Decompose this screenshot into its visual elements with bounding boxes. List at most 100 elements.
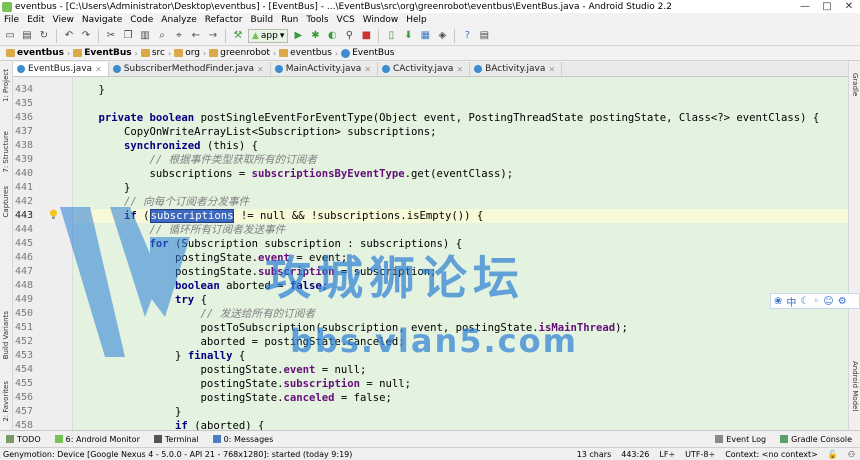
breadcrumb-item[interactable]: EventBus [70, 48, 134, 58]
breadcrumb-item[interactable]: eventbus [276, 48, 335, 58]
close-button[interactable]: ✕ [838, 1, 860, 12]
genymotion-icon[interactable]: ▤ [477, 29, 491, 43]
make-project-icon[interactable]: ⚒ [231, 29, 245, 43]
close-icon[interactable]: ✕ [456, 65, 463, 74]
android-model-tool-button[interactable]: Android Model [851, 361, 859, 411]
maximize-button[interactable]: □ [816, 1, 838, 12]
menu-code[interactable]: Code [126, 15, 157, 25]
code-area[interactable]: } private boolean postSingleEventForEven… [73, 77, 848, 430]
code-text: (this) { [206, 140, 258, 152]
gradle-tool-button[interactable]: Gradle [851, 73, 859, 96]
structure-tool-button[interactable]: 7: Structure [2, 131, 10, 173]
stop-icon[interactable]: ■ [359, 29, 373, 43]
menu-refactor[interactable]: Refactor [201, 15, 247, 25]
selection-count: 13 chars [576, 449, 612, 459]
sdk-manager-icon[interactable]: ⬇ [401, 29, 415, 43]
punctuation-icon[interactable]: ◦ [813, 296, 819, 307]
run-config-select[interactable]: ▲ app ▾ [248, 28, 289, 43]
code-text: postingState. [73, 266, 258, 278]
back-icon[interactable]: ← [189, 29, 203, 43]
run-icon[interactable]: ▶ [291, 29, 305, 43]
code-editor[interactable]: 434 435 436 437 438 439 440 441 442 443 … [13, 77, 848, 430]
menu-window[interactable]: Window [359, 15, 403, 25]
tab-eventbus[interactable]: EventBus.java ✕ [13, 62, 109, 76]
tab-b-activity[interactable]: BActivity.java ✕ [470, 62, 563, 76]
attach-debugger-icon[interactable]: ⚲ [342, 29, 356, 43]
code-keyword: try [73, 294, 201, 306]
menu-build[interactable]: Build [247, 15, 278, 25]
moon-icon[interactable]: ☾ [800, 296, 809, 307]
inspector-icon[interactable]: ⚇ [843, 450, 860, 459]
menu-vcs[interactable]: VCS [333, 15, 359, 25]
emoji-icon[interactable]: ☺ [823, 296, 833, 307]
ime-language[interactable]: 中 [786, 294, 796, 309]
lock-icon[interactable]: 🔓 [823, 450, 843, 459]
close-icon[interactable]: ✕ [95, 65, 102, 74]
project-structure-icon[interactable]: ▦ [418, 29, 432, 43]
project-tool-button[interactable]: 1: Project [2, 69, 10, 102]
menu-tools[interactable]: Tools [302, 15, 332, 25]
android-icon: ▲ [252, 30, 259, 41]
cut-icon[interactable]: ✂ [104, 29, 118, 43]
forward-icon[interactable]: → [206, 29, 220, 43]
line-number: 454 [15, 364, 34, 375]
save-all-icon[interactable]: ▤ [20, 29, 34, 43]
copy-icon[interactable]: ❐ [121, 29, 135, 43]
menu-help[interactable]: Help [402, 15, 431, 25]
ime-toolbar[interactable]: ❀ 中 ☾ ◦ ☺ ⚙ [770, 293, 860, 309]
tab-main-activity[interactable]: MainActivity.java ✕ [271, 62, 379, 76]
todo-tool-button[interactable]: TODO [0, 435, 49, 444]
breadcrumb-item[interactable]: EventBus [338, 48, 397, 58]
code-text: = subscription; [334, 266, 437, 278]
paw-icon[interactable]: ❀ [774, 296, 782, 307]
avd-manager-icon[interactable]: ▯ [384, 29, 398, 43]
coverage-icon[interactable]: ◐ [325, 29, 339, 43]
tab-subscriber-method-finder[interactable]: SubscriberMethodFinder.java ✕ [109, 62, 271, 76]
breadcrumb-item[interactable]: greenrobot [206, 48, 273, 58]
file-encoding[interactable]: UTF-8÷ [680, 450, 720, 459]
redo-icon[interactable]: ↷ [79, 29, 93, 43]
menu-view[interactable]: View [49, 15, 78, 25]
close-icon[interactable]: ✕ [257, 65, 264, 74]
menu-navigate[interactable]: Navigate [78, 15, 126, 25]
lightbulb-icon[interactable] [49, 209, 58, 220]
minimize-button[interactable]: — [794, 1, 816, 12]
undo-icon[interactable]: ↶ [62, 29, 76, 43]
debug-icon[interactable]: ✱ [308, 29, 322, 43]
breadcrumb-item[interactable]: src [138, 48, 168, 58]
replace-icon[interactable]: ⌖ [172, 29, 186, 43]
status-message: Genymotion: Device [Google Nexus 4 - 5.0… [3, 449, 353, 459]
android-monitor-tool-button[interactable]: 6: Android Monitor [49, 435, 148, 444]
favorites-tool-button[interactable]: 2: Favorites [2, 381, 10, 422]
close-icon[interactable]: ✕ [548, 65, 555, 74]
sync-icon[interactable]: ↻ [37, 29, 51, 43]
code-line: private boolean postSingleEventForEventT… [73, 111, 848, 125]
terminal-icon [153, 435, 162, 443]
tab-c-activity[interactable]: CActivity.java ✕ [378, 62, 471, 76]
gear-icon[interactable]: ⚙ [838, 296, 847, 307]
breadcrumb-item[interactable]: eventbus [3, 48, 67, 58]
build-variants-tool-button[interactable]: Build Variants [2, 311, 10, 359]
messages-tool-button[interactable]: 0: Messages [207, 435, 282, 444]
find-icon[interactable]: ⌕ [155, 29, 169, 43]
paste-icon[interactable]: ▥ [138, 29, 152, 43]
close-icon[interactable]: ✕ [364, 65, 371, 74]
menu-run[interactable]: Run [277, 15, 302, 25]
event-log-tool-button[interactable]: Event Log [709, 435, 774, 444]
terminal-tool-button[interactable]: Terminal [148, 435, 207, 444]
context-indicator[interactable]: Context: <no context> [720, 450, 823, 459]
cursor-position[interactable]: 443:26 [616, 450, 654, 459]
breadcrumb-item[interactable]: org [171, 48, 203, 58]
menu-file[interactable]: File [0, 15, 23, 25]
line-number: 450 [15, 308, 34, 319]
help-icon[interactable]: ? [460, 29, 474, 43]
line-separator[interactable]: LF÷ [654, 450, 680, 459]
code-text: postingState. [73, 378, 284, 390]
menu-analyze[interactable]: Analyze [157, 15, 200, 25]
open-folder-icon[interactable]: ▭ [3, 29, 17, 43]
captures-tool-button[interactable]: Captures [2, 186, 10, 217]
android-device-monitor-icon[interactable]: ◈ [435, 29, 449, 43]
gradle-console-tool-button[interactable]: Gradle Console [774, 435, 860, 444]
menu-edit[interactable]: Edit [23, 15, 48, 25]
